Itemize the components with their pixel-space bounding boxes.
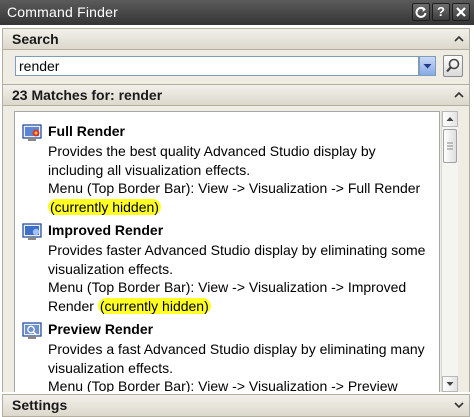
close-icon xyxy=(456,7,466,17)
chevron-down-icon xyxy=(423,64,432,69)
hidden-note: (currently hidden) xyxy=(48,198,161,215)
chevron-down-icon[interactable] xyxy=(452,398,466,412)
command-description: Provides faster Advanced Studio display … xyxy=(48,241,428,315)
scroll-up-button[interactable] xyxy=(442,111,458,127)
preview-render-icon xyxy=(22,322,42,339)
results-section-header[interactable]: 23 Matches for: render xyxy=(2,84,470,106)
scroll-down-button[interactable] xyxy=(442,376,458,392)
search-row xyxy=(2,50,470,84)
matches-title: 23 Matches for: render xyxy=(12,87,163,103)
settings-section-title: Settings xyxy=(12,397,68,413)
description-text: Provides faster Advanced Studio display … xyxy=(48,242,426,277)
refresh-button[interactable] xyxy=(412,3,430,21)
vertical-scrollbar[interactable] xyxy=(441,111,458,392)
help-button[interactable]: ? xyxy=(432,3,450,21)
title-bar: Command Finder ? xyxy=(0,0,474,25)
settings-section-header[interactable]: Settings xyxy=(2,394,470,417)
window-title: Command Finder xyxy=(7,4,118,20)
menu-path: Menu (Top Border Bar): View -> Visualiza… xyxy=(48,378,398,392)
description-text: Provides the best quality Advanced Studi… xyxy=(48,143,376,178)
grip-icon xyxy=(447,142,453,150)
results-panel: Full Render Provides the best quality Ad… xyxy=(2,106,470,392)
command-name: Improved Render xyxy=(48,222,164,238)
results-list: Full Render Provides the best quality Ad… xyxy=(14,111,440,392)
description-text: Provides a fast Advanced Studio display … xyxy=(48,341,425,376)
search-section-header[interactable]: Search xyxy=(2,28,470,50)
close-button[interactable] xyxy=(452,3,470,21)
refresh-icon xyxy=(415,6,427,18)
improved-render-icon xyxy=(22,223,42,240)
scroll-thumb[interactable] xyxy=(443,129,457,163)
search-input[interactable] xyxy=(15,56,419,76)
scroll-down-arrow-icon xyxy=(446,382,454,386)
scroll-up-arrow-icon xyxy=(446,117,454,121)
hidden-note: (currently hidden) xyxy=(97,297,211,314)
full-render-icon xyxy=(22,124,42,141)
command-description: Provides the best quality Advanced Studi… xyxy=(48,142,428,216)
chevron-up-icon[interactable] xyxy=(452,88,466,102)
magnifier-icon xyxy=(446,58,460,73)
search-history-dropdown[interactable] xyxy=(419,56,436,76)
command-description: Provides a fast Advanced Studio display … xyxy=(48,340,428,392)
menu-path: Menu (Top Border Bar): View -> Visualiza… xyxy=(48,180,421,196)
command-name: Full Render xyxy=(48,123,126,139)
chevron-up-icon[interactable] xyxy=(452,32,466,46)
search-section-title: Search xyxy=(12,31,59,47)
find-button[interactable] xyxy=(443,55,463,77)
command-name: Preview Render xyxy=(48,321,154,337)
